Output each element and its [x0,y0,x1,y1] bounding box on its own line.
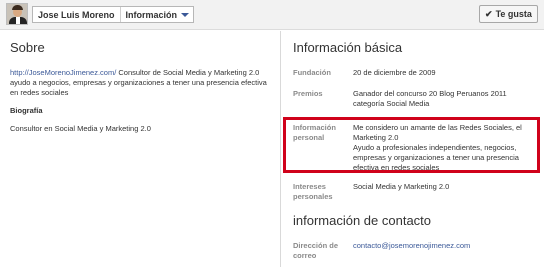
bio-text: Consultor en Social Media y Marketing 2.… [10,124,151,133]
awards-value: Ganador del concurso 20 Blog Peruanos 20… [353,89,507,108]
page-header: Jose Luis Moreno Información ✔ Te gusta [0,0,544,30]
about-description: http://JoseMorenoJimenez.com/ Consultor … [10,68,272,98]
bio-heading: Biografía [10,106,43,115]
about-section: Sobre http://JoseMorenoJimenez.com/ Cons… [10,40,272,133]
about-title: Sobre [10,40,45,55]
info-row-interests: Intereses personales Social Media y Mark… [293,182,538,202]
column-divider [280,31,281,267]
profile-avatar[interactable] [6,3,28,25]
email-label: Dirección de correo [293,241,339,260]
section-label: Información [125,9,178,20]
like-button[interactable]: ✔ Te gusta [479,5,538,23]
basic-info-header: Información básica [293,40,538,55]
basic-info-title: Información básica [293,40,403,55]
website-link[interactable]: http://JoseMorenoJimenez.com/ [10,68,116,77]
founded-value: 20 de diciembre de 2009 [353,68,436,77]
chevron-down-icon [181,12,190,17]
breadcrumb: Jose Luis Moreno Información [32,6,195,23]
info-row-founded: Fundación 20 de diciembre de 2009 [293,68,538,78]
highlight-box [283,117,540,173]
awards-label: Premios [293,89,323,98]
interests-label: Intereses personales [293,182,333,201]
contact-header: información de contacto [293,213,538,228]
email-link[interactable]: contacto@josemorenojimenez.com [353,241,470,250]
checkmark-icon: ✔ [485,8,493,19]
page-name-link[interactable]: Jose Luis Moreno [33,10,120,20]
info-row-awards: Premios Ganador del concurso 20 Blog Per… [293,89,538,109]
section-dropdown[interactable]: Información [121,10,194,20]
like-button-label: Te gusta [495,9,532,19]
interests-value: Social Media y Marketing 2.0 [353,182,450,191]
info-row-email: Dirección de correo contacto@josemorenoj… [293,241,538,261]
founded-label: Fundación [293,68,331,77]
contact-title: información de contacto [293,213,432,228]
